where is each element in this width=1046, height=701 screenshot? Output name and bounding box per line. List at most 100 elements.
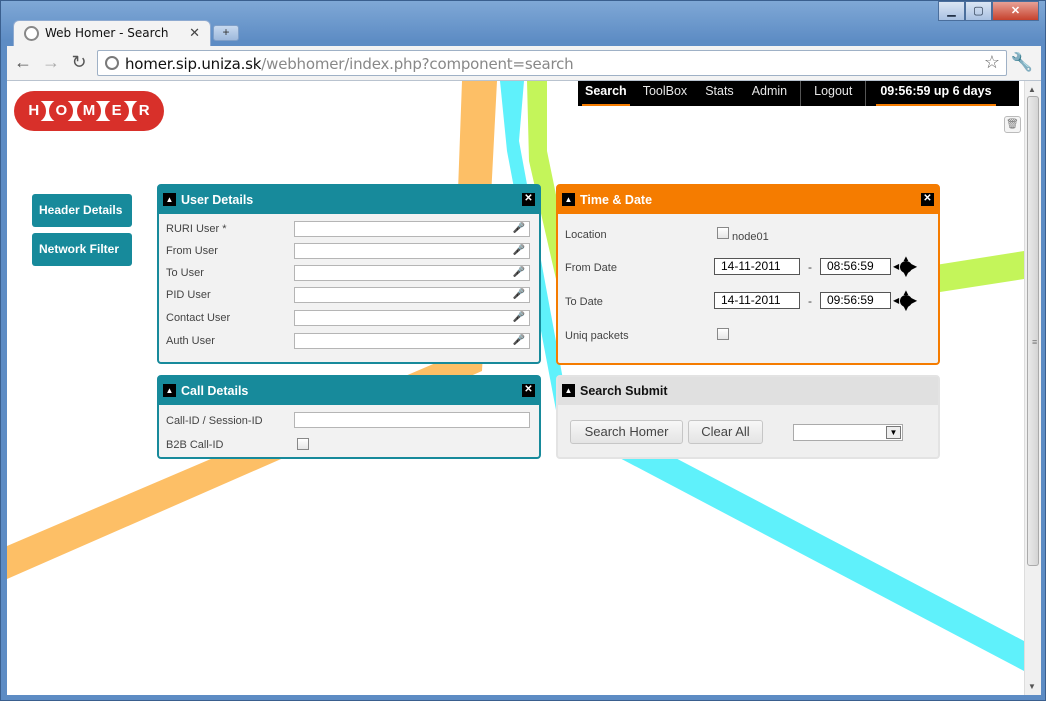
to-date-input[interactable]: 14-11-2011 bbox=[714, 292, 800, 309]
from-time-input[interactable]: 08:56:59 bbox=[820, 258, 891, 275]
auth-user-label: Auth User bbox=[166, 335, 215, 347]
reload-icon[interactable]: ↻ bbox=[67, 52, 91, 73]
uptime-clock: 09:56:59 up 6 days bbox=[876, 81, 996, 106]
to-time-input[interactable]: 09:56:59 bbox=[820, 292, 891, 309]
url-text: homer.sip.uniza.sk/webhomer/index.php?co… bbox=[125, 55, 574, 73]
header-details-button[interactable]: Header Details bbox=[32, 194, 132, 227]
time-date-header: ▲ Time & Date ✕ bbox=[558, 186, 938, 214]
chevron-down-icon[interactable]: ▼ bbox=[886, 426, 901, 439]
call-details-header: ▲ Call Details ✕ bbox=[159, 377, 539, 405]
from-time-picker-icon[interactable]: ▲ ▼ ◀ ▶ bbox=[893, 254, 917, 279]
nav-search[interactable]: Search bbox=[582, 81, 630, 106]
b2b-call-id-checkbox[interactable] bbox=[297, 438, 309, 450]
close-x-icon[interactable]: ✕ bbox=[522, 384, 535, 397]
logo-letter: E bbox=[104, 99, 129, 123]
call-id-input[interactable] bbox=[294, 412, 530, 428]
globe-icon bbox=[105, 56, 119, 70]
microphone-icon[interactable]: 🎤 bbox=[513, 223, 525, 234]
logo-letter: O bbox=[49, 99, 74, 123]
location-label: Location bbox=[565, 229, 607, 241]
nav-divider bbox=[800, 81, 802, 106]
close-x-icon[interactable]: ✕ bbox=[522, 193, 535, 206]
location-node-label: node01 bbox=[732, 231, 769, 243]
close-x-icon[interactable]: ✕ bbox=[921, 193, 934, 206]
pid-user-label: PID User bbox=[166, 289, 211, 301]
contact-user-input[interactable]: 🎤 bbox=[294, 310, 530, 326]
logo-letter: R bbox=[132, 99, 157, 123]
location-node-checkbox[interactable] bbox=[717, 227, 729, 239]
scroll-thumb[interactable]: ≡ bbox=[1027, 96, 1039, 566]
range-dash: - bbox=[808, 260, 812, 274]
panel-title: Call Details bbox=[181, 384, 249, 398]
search-submit-header: ▲ Search Submit bbox=[558, 377, 938, 405]
tab-close-icon[interactable]: ✕ bbox=[189, 25, 200, 41]
to-date-label: To Date bbox=[565, 296, 603, 308]
minimize-button[interactable]: ▁ bbox=[938, 1, 965, 21]
time-date-panel: ▲ Time & Date ✕ Location node01 From Dat… bbox=[556, 184, 940, 365]
microphone-icon[interactable]: 🎤 bbox=[513, 335, 525, 346]
to-user-input[interactable]: 🎤 bbox=[294, 265, 530, 281]
microphone-icon[interactable]: 🎤 bbox=[513, 312, 525, 323]
address-bar[interactable]: homer.sip.uniza.sk/webhomer/index.php?co… bbox=[97, 50, 1007, 76]
page-viewport: H O M E R Search ToolBox Stats Admin Log… bbox=[7, 81, 1041, 695]
contact-user-label: Contact User bbox=[166, 312, 231, 324]
pid-user-input[interactable]: 🎤 bbox=[294, 287, 530, 303]
logo-letter: M bbox=[76, 99, 101, 123]
collapse-triangle-icon[interactable]: ▲ bbox=[562, 193, 575, 206]
browser-toolbar: ← → ↻ homer.sip.uniza.sk/webhomer/index.… bbox=[7, 46, 1041, 81]
maximize-button[interactable]: ▢ bbox=[965, 1, 992, 21]
microphone-icon[interactable]: 🎤 bbox=[513, 289, 525, 300]
tab-title: Web Homer - Search bbox=[45, 26, 169, 40]
nav-admin[interactable]: Admin bbox=[743, 81, 796, 106]
top-navigation: Search ToolBox Stats Admin Logout 09:56:… bbox=[578, 81, 1019, 106]
panel-title: Time & Date bbox=[580, 193, 653, 207]
homer-logo[interactable]: H O M E R bbox=[14, 91, 164, 131]
network-filter-button[interactable]: Network Filter bbox=[32, 233, 132, 266]
wrench-menu-icon[interactable]: 🔧 bbox=[1011, 52, 1033, 73]
nav-divider bbox=[865, 81, 867, 106]
panel-title: Search Submit bbox=[580, 384, 668, 398]
from-date-input[interactable]: 14-11-2011 bbox=[714, 258, 800, 275]
panel-title: User Details bbox=[181, 193, 254, 207]
to-user-label: To User bbox=[166, 267, 204, 279]
logo-letter: H bbox=[21, 99, 46, 123]
browser-window: Web Homer - Search ✕ + ▁ ▢ ✕ ← → ↻ homer… bbox=[0, 0, 1046, 701]
search-options-select[interactable]: ▼ bbox=[793, 424, 903, 441]
microphone-icon[interactable]: 🎤 bbox=[513, 267, 525, 278]
search-submit-panel: ▲ Search Submit Search Homer Clear All ▼ bbox=[556, 375, 940, 459]
uniq-packets-label: Uniq packets bbox=[565, 330, 629, 342]
ruri-user-input[interactable]: 🎤 bbox=[294, 221, 530, 237]
uniq-packets-checkbox[interactable] bbox=[717, 328, 729, 340]
browser-tab[interactable]: Web Homer - Search ✕ bbox=[13, 20, 211, 46]
nav-toolbox[interactable]: ToolBox bbox=[634, 81, 696, 106]
back-arrow-icon[interactable]: ← bbox=[11, 52, 35, 73]
bookmark-star-icon[interactable]: ☆ bbox=[984, 52, 1000, 73]
window-controls: ▁ ▢ ✕ bbox=[938, 1, 1039, 21]
clear-all-button[interactable]: Clear All bbox=[688, 420, 763, 444]
collapse-triangle-icon[interactable]: ▲ bbox=[163, 193, 176, 206]
microphone-icon[interactable]: 🎤 bbox=[513, 245, 525, 256]
nav-logout[interactable]: Logout bbox=[805, 81, 861, 106]
search-homer-button[interactable]: Search Homer bbox=[570, 420, 683, 444]
trash-icon[interactable]: 🗑 bbox=[1004, 116, 1021, 133]
collapse-triangle-icon[interactable]: ▲ bbox=[562, 384, 575, 397]
scroll-down-arrow-icon[interactable]: ▼ bbox=[1028, 682, 1036, 691]
ruri-user-label: RURI User * bbox=[166, 223, 227, 235]
user-details-header: ▲ User Details ✕ bbox=[159, 186, 539, 214]
new-tab-button[interactable]: + bbox=[213, 25, 239, 41]
auth-user-input[interactable]: 🎤 bbox=[294, 333, 530, 349]
from-user-label: From User bbox=[166, 245, 218, 257]
range-dash: - bbox=[808, 294, 812, 308]
globe-favicon-icon bbox=[24, 26, 39, 41]
to-time-picker-icon[interactable]: ▲ ▼ ◀ ▶ bbox=[893, 288, 917, 313]
window-close-button[interactable]: ✕ bbox=[992, 1, 1039, 21]
from-user-input[interactable]: 🎤 bbox=[294, 243, 530, 259]
call-id-label: Call-ID / Session-ID bbox=[166, 415, 263, 427]
user-details-panel: ▲ User Details ✕ RURI User * 🎤 From User… bbox=[157, 184, 541, 364]
vertical-scrollbar[interactable]: ▲ ≡ ▼ bbox=[1024, 81, 1041, 695]
call-details-panel: ▲ Call Details ✕ Call-ID / Session-ID B2… bbox=[157, 375, 541, 459]
forward-arrow-icon[interactable]: → bbox=[39, 52, 63, 73]
nav-stats[interactable]: Stats bbox=[696, 81, 743, 106]
scroll-up-arrow-icon[interactable]: ▲ bbox=[1028, 85, 1036, 94]
collapse-triangle-icon[interactable]: ▲ bbox=[163, 384, 176, 397]
